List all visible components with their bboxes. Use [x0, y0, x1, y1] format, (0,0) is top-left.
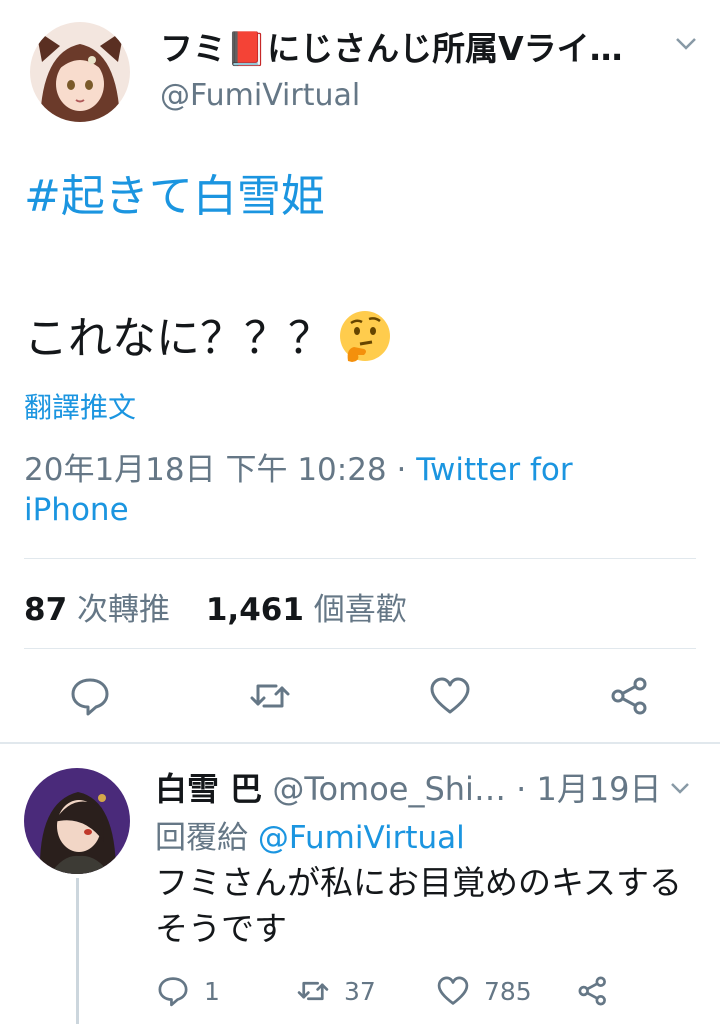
reply-author-handle[interactable]: @Tomoe_Shi… — [272, 770, 506, 808]
tweet-source-link[interactable]: Twitter for — [416, 452, 572, 488]
like-icon[interactable] — [428, 674, 472, 718]
divider — [24, 648, 696, 649]
retweet-icon — [297, 981, 329, 1001]
reply-like-button[interactable]: 785 — [436, 974, 532, 1008]
reply-icon[interactable] — [68, 674, 112, 718]
replying-to-link[interactable]: @FumiVirtual — [258, 820, 465, 856]
author-display-name[interactable]: フミ📕にじさんじ所属Vライ… — [160, 22, 623, 70]
tweet-stats: 87 次轉推 1,461 個喜歡 — [24, 584, 433, 629]
reply-like-count: 785 — [484, 976, 532, 1006]
author-handle[interactable]: @FumiVirtual — [160, 78, 360, 113]
thread-line — [76, 878, 79, 1024]
retweet-label[interactable]: 次轉推 — [77, 592, 170, 628]
tweet-text: これなに？？？ — [24, 302, 392, 374]
author-avatar[interactable] — [30, 22, 130, 122]
replying-to: 回覆給 @FumiVirtual — [155, 812, 465, 857]
reply-count: 1 — [204, 976, 220, 1006]
hashtag-link[interactable]: #起きて白雪姫 — [24, 160, 325, 224]
reply-text: フミさんが私にお目覚めのキスするそうです — [155, 863, 683, 948]
tweet-timestamp[interactable]: 20年1月18日 下午 10:28 · — [24, 452, 416, 488]
retweet-count[interactable]: 87 — [24, 592, 67, 628]
tweet-body: これなに？？？ — [24, 313, 332, 364]
reply-icon — [158, 977, 188, 1007]
tweet-source-link-cont[interactable]: iPhone — [24, 492, 129, 528]
like-icon — [437, 976, 469, 1005]
share-icon[interactable] — [608, 674, 652, 718]
section-separator — [0, 742, 720, 744]
reply-reply-button[interactable]: 1 — [156, 974, 220, 1008]
reply-retweet-count: 37 — [344, 976, 376, 1006]
chevron-down-icon[interactable] — [672, 30, 700, 62]
chevron-down-icon[interactable] — [668, 776, 692, 804]
thinking-face-icon — [338, 309, 392, 374]
reply-header: 白雪 巴 @Tomoe_Shi… · 1月19日 — [155, 764, 662, 810]
retweet-icon[interactable] — [248, 674, 292, 718]
tweet-meta: 20年1月18日 下午 10:28 · Twitter for — [24, 444, 573, 489]
divider — [24, 558, 696, 559]
like-label[interactable]: 個喜歡 — [314, 592, 407, 628]
translate-tweet-link[interactable]: 翻譯推文 — [24, 386, 136, 426]
reply-retweet-button[interactable]: 37 — [296, 974, 376, 1008]
share-icon — [578, 976, 606, 1006]
reply-author-avatar[interactable] — [24, 768, 130, 874]
reply-author-name[interactable]: 白雪 巴 — [155, 770, 262, 808]
reply-share-button[interactable] — [576, 974, 624, 1008]
replying-prefix: 回覆給 — [155, 820, 248, 856]
reply-date[interactable]: · 1月19日 — [516, 770, 661, 808]
like-count[interactable]: 1,461 — [206, 592, 304, 628]
